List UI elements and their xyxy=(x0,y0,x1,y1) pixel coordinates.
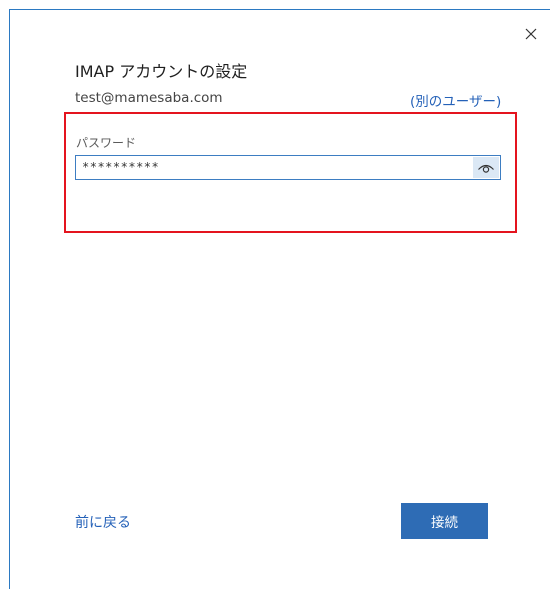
reveal-password-button[interactable] xyxy=(473,157,499,178)
imap-setup-dialog: IMAP アカウントの設定 test@mamesaba.com (別のユーザー)… xyxy=(9,9,550,589)
connect-button[interactable]: 接続 xyxy=(401,503,488,539)
eye-icon xyxy=(478,164,494,173)
back-link[interactable]: 前に戻る xyxy=(75,512,131,532)
password-value: ********** xyxy=(82,160,160,174)
close-button[interactable] xyxy=(519,22,543,46)
other-user-link[interactable]: (別のユーザー) xyxy=(410,90,501,110)
close-icon xyxy=(525,28,537,40)
account-email: test@mamesaba.com xyxy=(75,90,223,106)
dialog-title: IMAP アカウントの設定 xyxy=(75,62,248,81)
password-field[interactable]: ********** xyxy=(75,155,501,180)
password-label: パスワード xyxy=(76,136,137,150)
